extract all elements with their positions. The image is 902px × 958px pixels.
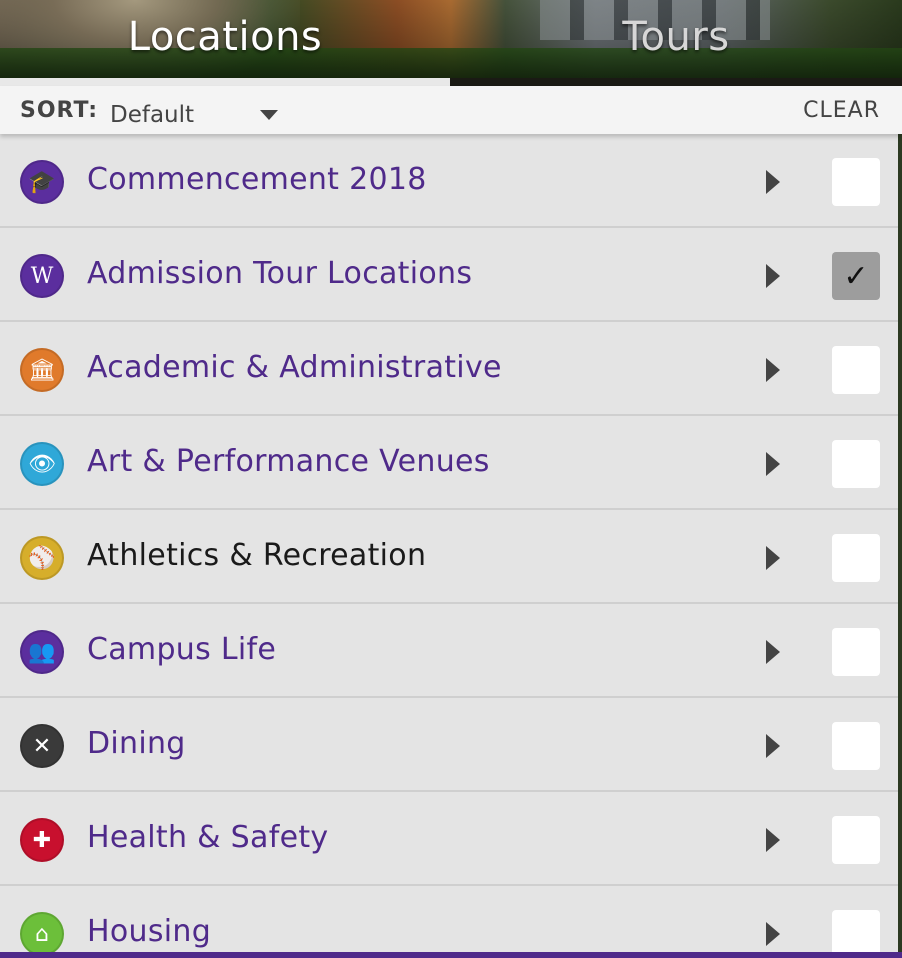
scroll-edge [898,86,902,958]
house-icon: ⌂ [20,912,64,956]
category-checkbox[interactable] [832,816,880,864]
category-list: 🎓 Commencement 2018 W Admission Tour Loc… [0,134,902,958]
tab-indicator-track [450,78,902,86]
eye-icon: 👁 [20,442,64,486]
list-item-label: Admission Tour Locations [87,256,473,291]
active-tab-indicator [0,78,450,86]
category-checkbox[interactable] [832,440,880,488]
list-item[interactable]: 👁 Art & Performance Venues [0,416,902,510]
chevron-right-icon[interactable] [766,828,780,852]
list-item[interactable]: 🏛 Academic & Administrative [0,322,902,416]
list-item-label: Athletics & Recreation [87,538,427,573]
tab-locations[interactable]: Locations [0,14,450,78]
list-item-label: Campus Life [87,632,277,667]
graduation-cap-icon: 🎓 [20,160,64,204]
category-checkbox[interactable] [832,534,880,582]
sort-label: SORT: [20,98,99,123]
ball-icon: ⚾ [20,536,64,580]
clear-button[interactable]: CLEAR [803,98,880,123]
people-icon: 👥 [20,630,64,674]
sort-bar: SORT: Default CLEAR [0,86,902,134]
chevron-right-icon[interactable] [766,734,780,758]
w-logo-icon: W [20,254,64,298]
header-banner: Locations Tours [0,0,902,86]
list-item[interactable]: W Admission Tour Locations ✓ [0,228,902,322]
list-item[interactable]: 👥 Campus Life [0,604,902,698]
tab-tours[interactable]: Tours [450,14,902,78]
chevron-down-icon[interactable] [260,110,278,120]
list-item[interactable]: ⌂ Housing [0,886,902,958]
list-item-label: Commencement 2018 [87,162,427,197]
list-item[interactable]: 🎓 Commencement 2018 [0,134,902,228]
list-item[interactable]: ✕ Dining [0,698,902,792]
chevron-right-icon[interactable] [766,546,780,570]
chevron-right-icon[interactable] [766,358,780,382]
building-columns-icon: 🏛 [20,348,64,392]
category-checkbox[interactable] [832,346,880,394]
category-checkbox[interactable]: ✓ [832,252,880,300]
category-checkbox[interactable] [832,910,880,958]
list-item-label: Dining [87,726,186,761]
list-item[interactable]: ⚾ Athletics & Recreation [0,510,902,604]
category-checkbox[interactable] [832,628,880,676]
chevron-right-icon[interactable] [766,170,780,194]
bottom-accent-bar [0,952,902,958]
list-item[interactable]: ✚ Health & Safety [0,792,902,886]
list-item-label: Health & Safety [87,820,329,855]
list-item-label: Housing [87,914,212,949]
medical-cross-icon: ✚ [20,818,64,862]
chevron-right-icon[interactable] [766,922,780,946]
chevron-right-icon[interactable] [766,264,780,288]
fork-knife-icon: ✕ [20,724,64,768]
category-checkbox[interactable] [832,722,880,770]
category-checkbox[interactable] [832,158,880,206]
chevron-right-icon[interactable] [766,640,780,664]
chevron-right-icon[interactable] [766,452,780,476]
list-item-label: Art & Performance Venues [87,444,490,479]
list-item-label: Academic & Administrative [87,350,502,385]
